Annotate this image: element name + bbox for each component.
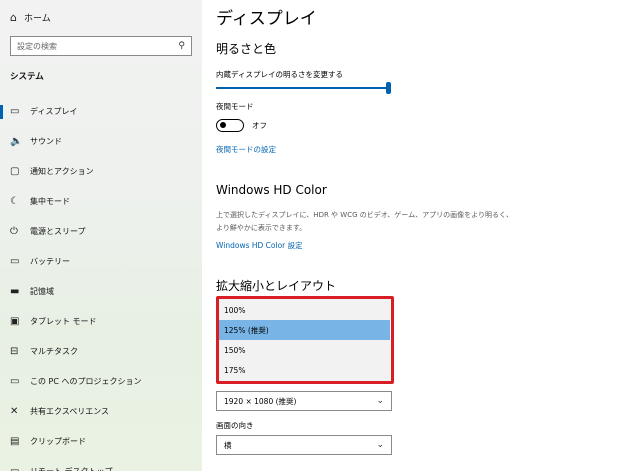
sidebar-item-monitor[interactable]: ▭ ディスプレイ bbox=[0, 96, 202, 126]
home-link[interactable]: ⌂ ホーム bbox=[10, 9, 51, 25]
search-input[interactable]: 設定の検索 bbox=[17, 41, 57, 52]
sidebar-item-power[interactable]: ⏻ 電源とスリープ bbox=[0, 216, 202, 246]
chevron-down-icon: ⌄ bbox=[376, 440, 384, 450]
battery-icon: ▭ bbox=[10, 255, 20, 267]
sidebar-item-speaker[interactable]: 🔈 サウンド bbox=[0, 126, 202, 156]
sidebar-item-label: バッテリー bbox=[30, 256, 70, 266]
sidebar-item-notification[interactable]: ▢ 通知とアクション bbox=[0, 156, 202, 186]
sidebar-item-battery[interactable]: ▭ バッテリー bbox=[0, 246, 202, 276]
resolution-value: 1920 × 1080 (推奨) bbox=[224, 396, 297, 406]
main-content: ディスプレイ 明るさと色 内蔵ディスプレイの明るさを変更する 夜間モード オフ … bbox=[202, 0, 640, 471]
hd-color-heading: Windows HD Color bbox=[216, 183, 327, 197]
home-label: ホーム bbox=[24, 13, 51, 24]
scale-layout-heading: 拡大縮小とレイアウト bbox=[216, 279, 337, 293]
brightness-heading: 明るさと色 bbox=[216, 42, 277, 56]
night-light-toggle[interactable] bbox=[216, 119, 244, 132]
storage-icon: ▬ bbox=[10, 285, 20, 297]
sidebar-item-label: 記憶域 bbox=[30, 286, 54, 296]
sidebar-nav: ▭ ディスプレイ 🔈 サウンド ▢ 通知とアクション ☾ 集中モード ⏻ 電源とスリープ ▭ バッテリ… bbox=[0, 96, 202, 471]
projection-icon: ▭ bbox=[10, 375, 20, 387]
sidebar-item-label: タブレット モード bbox=[30, 316, 97, 326]
orientation-label: 画面の向き bbox=[216, 421, 254, 430]
sidebar-item-label: この PC へのプロジェクション bbox=[30, 376, 142, 386]
multitask-icon: ⊟ bbox=[10, 345, 19, 357]
power-icon: ⏻ bbox=[10, 225, 18, 237]
sidebar-item-remote[interactable]: ▭ リモート デスクトップ bbox=[0, 456, 202, 471]
night-light-label: 夜間モード bbox=[216, 102, 254, 111]
sidebar-item-tablet[interactable]: ▣ タブレット モード bbox=[0, 306, 202, 336]
search-box[interactable]: 設定の検索 ⚲ bbox=[10, 36, 192, 56]
annotation-highlight-box bbox=[216, 296, 394, 384]
night-light-state: オフ bbox=[252, 121, 267, 130]
toggle-knob bbox=[220, 122, 226, 128]
sidebar-item-label: 通知とアクション bbox=[30, 166, 94, 176]
remote-icon: ▭ bbox=[10, 465, 20, 471]
section-title: システム bbox=[10, 72, 44, 82]
sidebar-item-label: 電源とスリープ bbox=[30, 226, 86, 236]
monitor-icon: ▭ bbox=[10, 105, 20, 117]
sidebar-item-shared[interactable]: ✕ 共有エクスペリエンス bbox=[0, 396, 202, 426]
orientation-value: 横 bbox=[224, 440, 232, 450]
brightness-slider-thumb[interactable] bbox=[386, 82, 391, 94]
brightness-slider-track[interactable] bbox=[216, 87, 390, 89]
search-icon[interactable]: ⚲ bbox=[178, 41, 185, 51]
speaker-icon: 🔈 bbox=[10, 135, 23, 147]
hd-color-description: 上で選択したディスプレイに、HDR や WCG のビデオ、ゲーム、アプリの画像を… bbox=[216, 211, 513, 232]
brightness-slider-label: 内蔵ディスプレイの明るさを変更する bbox=[216, 70, 343, 79]
resolution-select[interactable]: 1920 × 1080 (推奨) ⌄ bbox=[216, 391, 392, 411]
sidebar-item-label: リモート デスクトップ bbox=[30, 466, 113, 471]
sidebar-item-storage[interactable]: ▬ 記憶域 bbox=[0, 276, 202, 306]
sidebar-item-label: サウンド bbox=[30, 136, 62, 146]
page-title: ディスプレイ bbox=[216, 9, 317, 29]
sidebar-item-label: 共有エクスペリエンス bbox=[30, 406, 110, 416]
sidebar-item-projection[interactable]: ▭ この PC へのプロジェクション bbox=[0, 366, 202, 396]
night-light-settings-link[interactable]: 夜間モードの設定 bbox=[216, 144, 276, 155]
notification-icon: ▢ bbox=[10, 165, 20, 177]
sidebar-item-clipboard[interactable]: ▤ クリップボード bbox=[0, 426, 202, 456]
clipboard-icon: ▤ bbox=[10, 435, 20, 447]
sidebar: ⌂ ホーム 設定の検索 ⚲ システム ▭ ディスプレイ 🔈 サウンド ▢ 通知とアクション… bbox=[0, 0, 202, 471]
tablet-icon: ▣ bbox=[10, 315, 20, 327]
sidebar-item-label: マルチタスク bbox=[30, 346, 78, 356]
hd-color-settings-link[interactable]: Windows HD Color 設定 bbox=[216, 240, 303, 251]
sidebar-item-label: 集中モード bbox=[30, 196, 70, 206]
moon-icon: ☾ bbox=[10, 195, 19, 207]
chevron-down-icon: ⌄ bbox=[376, 396, 384, 406]
sidebar-item-multitask[interactable]: ⊟ マルチタスク bbox=[0, 336, 202, 366]
sidebar-item-label: クリップボード bbox=[30, 436, 86, 446]
home-icon: ⌂ bbox=[10, 10, 17, 24]
orientation-select[interactable]: 横 ⌄ bbox=[216, 435, 392, 455]
shared-icon: ✕ bbox=[10, 405, 19, 417]
sidebar-item-label: ディスプレイ bbox=[30, 106, 78, 116]
sidebar-item-moon[interactable]: ☾ 集中モード bbox=[0, 186, 202, 216]
